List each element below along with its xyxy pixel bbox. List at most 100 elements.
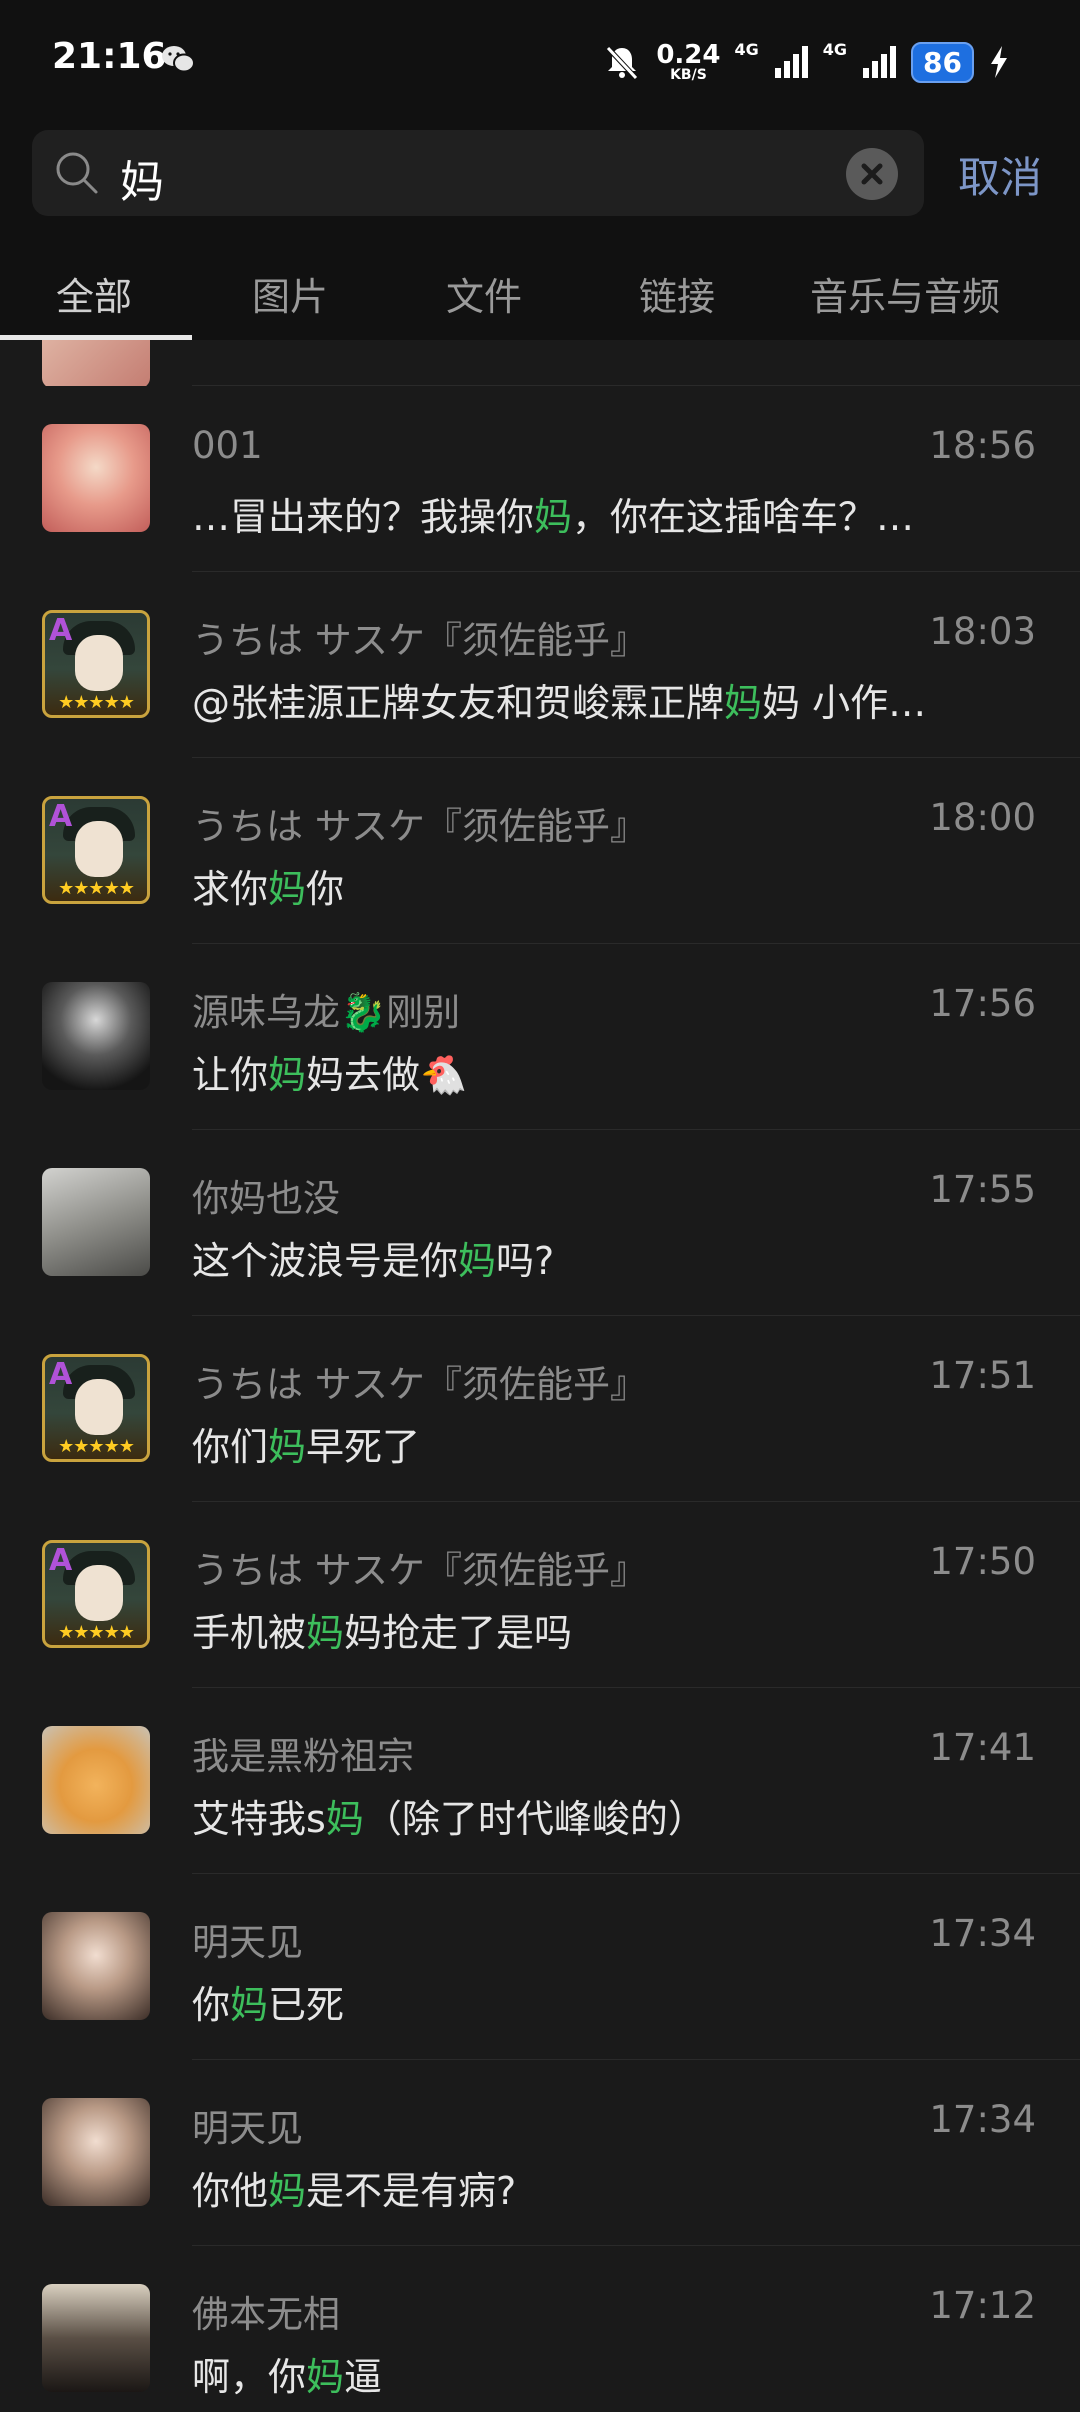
message-snippet: 求你妈你	[192, 858, 344, 913]
avatar-face	[75, 635, 123, 691]
clear-icon[interactable]	[846, 148, 898, 200]
result-item[interactable]: A ★★★★★ うちは サスケ『须佐能乎』 17:51 你们妈早死了	[0, 1316, 1080, 1502]
tab-files[interactable]: 文件	[446, 266, 522, 321]
status-bar: 21:16 0.24 KB/S 4G 4G 86	[0, 0, 1080, 126]
avatar-face	[75, 1379, 123, 1435]
message-time: 18:03	[929, 610, 1036, 653]
message-time: 17:34	[929, 1912, 1036, 1955]
avatar-stars: ★★★★★	[58, 692, 135, 713]
partial-list-item[interactable]	[0, 340, 1080, 386]
status-icons: 0.24 KB/S 4G 4G 86	[602, 34, 1010, 90]
avatar-stars: ★★★★★	[58, 1622, 135, 1643]
network-type-2: 4G	[822, 40, 848, 59]
result-item[interactable]: 佛本无相 17:12 啊，你妈逼	[0, 2246, 1080, 2412]
sender-name: 你妈也没	[192, 1177, 340, 1220]
keyword-highlight: 妈	[230, 1983, 269, 2027]
tab-links[interactable]: 链接	[639, 266, 715, 321]
keyword-highlight: 妈	[268, 867, 307, 911]
result-item[interactable]: 001 18:56 …冒出来的？我操你妈，你在这插啥车？…	[0, 386, 1080, 572]
sender-name: 佛本无相	[192, 2293, 340, 2336]
snippet-text: 吗?	[496, 1239, 555, 1283]
message-time: 17:50	[929, 1540, 1036, 1583]
avatar-face	[75, 821, 123, 877]
snippet-text: 让你	[192, 1053, 269, 1097]
tab-music-audio[interactable]: 音乐与音频	[810, 266, 1000, 321]
search-results-list: 001 18:56 …冒出来的？我操你妈，你在这插啥车？… A ★★★★★ うちは サスケ…	[0, 386, 1080, 2412]
result-item[interactable]: A ★★★★★ うちは サスケ『须佐能乎』 17:50 手机被妈妈抢走了是吗	[0, 1502, 1080, 1688]
snippet-text: 啊，你	[192, 2355, 307, 2399]
sender-name: うちは サスケ『须佐能乎』	[192, 619, 648, 662]
avatar-badge-letter: A	[49, 613, 73, 648]
snippet-text: 是不是有病?	[306, 2169, 517, 2213]
snippet-text: ，你在这插啥车？…	[572, 495, 915, 539]
avatar-badge-letter: A	[49, 1357, 73, 1392]
avatar[interactable]	[42, 2284, 150, 2392]
avatar[interactable]	[42, 2098, 150, 2206]
avatar-stars: ★★★★★	[58, 878, 135, 899]
keyword-highlight: 妈	[268, 1425, 307, 1469]
snippet-text: 妈 小作…	[762, 681, 927, 725]
snippet-text: 妈抢走了是吗	[344, 1611, 573, 1655]
avatar[interactable]	[42, 982, 150, 1090]
avatar[interactable]	[42, 340, 150, 386]
snippet-text: @张桂源正牌女友和贺峻霖正牌	[192, 681, 725, 725]
avatar-badge-letter: A	[49, 799, 73, 834]
avatar[interactable]	[42, 424, 150, 532]
message-time: 17:41	[929, 1726, 1036, 1769]
message-time: 18:00	[929, 796, 1036, 839]
signal-icon	[863, 46, 897, 78]
tab-all[interactable]: 全部	[56, 266, 132, 321]
message-time: 17:55	[929, 1168, 1036, 1211]
avatar[interactable]: A ★★★★★	[42, 1354, 150, 1462]
tab-images[interactable]: 图片	[252, 266, 328, 321]
battery-level: 86	[911, 41, 974, 83]
avatar-stars: ★★★★★	[58, 1436, 135, 1457]
message-time: 17:12	[929, 2284, 1036, 2327]
wechat-icon	[162, 46, 195, 73]
sender-name: うちは サスケ『须佐能乎』	[192, 805, 648, 848]
snippet-text: …冒出来的？我操你	[192, 495, 535, 539]
result-item[interactable]: A ★★★★★ うちは サスケ『须佐能乎』 18:00 求你妈你	[0, 758, 1080, 944]
snippet-text: 妈去做🐔	[306, 1053, 468, 1097]
keyword-highlight: 妈	[268, 2169, 307, 2213]
message-snippet: 你们妈早死了	[192, 1416, 420, 1471]
search-box[interactable]: 妈	[32, 130, 924, 216]
avatar-face	[75, 1565, 123, 1621]
snippet-text: 你们	[192, 1425, 269, 1469]
sender-name: 源味乌龙🐉刚别	[192, 991, 461, 1034]
result-item[interactable]: 源味乌龙🐉刚别 17:56 让你妈妈去做🐔	[0, 944, 1080, 1130]
sender-name: 明天见	[192, 2107, 303, 2150]
avatar[interactable]: A ★★★★★	[42, 796, 150, 904]
keyword-highlight: 妈	[306, 2355, 345, 2399]
result-item[interactable]: 我是黑粉祖宗 17:41 艾特我s妈（除了时代峰峻的）	[0, 1688, 1080, 1874]
avatar-badge-letter: A	[49, 1543, 73, 1578]
avatar[interactable]	[42, 1726, 150, 1834]
message-snippet: 手机被妈妈抢走了是吗	[192, 1602, 572, 1657]
result-item[interactable]: 明天见 17:34 你他妈是不是有病?	[0, 2060, 1080, 2246]
snippet-text: 早死了	[306, 1425, 421, 1469]
message-snippet: …冒出来的？我操你妈，你在这插啥车？…	[192, 486, 914, 541]
result-item[interactable]: 你妈也没 17:55 这个波浪号是你妈吗?	[0, 1130, 1080, 1316]
search-icon	[56, 152, 98, 194]
message-snippet: 你妈已死	[192, 1974, 344, 2029]
avatar[interactable]: A ★★★★★	[42, 610, 150, 718]
filter-tabs: 全部 图片 文件 链接 音乐与音频	[0, 246, 1080, 340]
keyword-highlight: 妈	[724, 681, 763, 725]
speed-unit: KB/S	[670, 67, 707, 83]
avatar[interactable]	[42, 1168, 150, 1276]
network-speed: 0.24 KB/S	[656, 42, 720, 82]
snippet-text: 已死	[268, 1983, 345, 2027]
avatar[interactable]: A ★★★★★	[42, 1540, 150, 1648]
message-snippet: 让你妈妈去做🐔	[192, 1044, 467, 1099]
snippet-text: （除了时代峰峻的）	[363, 1797, 706, 1841]
cancel-button[interactable]: 取消	[958, 144, 1042, 205]
snippet-text: 艾特我s	[192, 1797, 326, 1841]
signal-icon	[774, 46, 808, 78]
result-item[interactable]: 明天见 17:34 你妈已死	[0, 1874, 1080, 2060]
result-item[interactable]: A ★★★★★ うちは サスケ『须佐能乎』 18:03 @张桂源正牌女友和贺峻霖正牌妈妈…	[0, 572, 1080, 758]
sender-name: 明天见	[192, 1921, 303, 1964]
sender-name: うちは サスケ『须佐能乎』	[192, 1549, 648, 1592]
message-snippet: 啊，你妈逼	[192, 2346, 382, 2401]
search-input[interactable]: 妈	[120, 146, 164, 210]
avatar[interactable]	[42, 1912, 150, 2020]
